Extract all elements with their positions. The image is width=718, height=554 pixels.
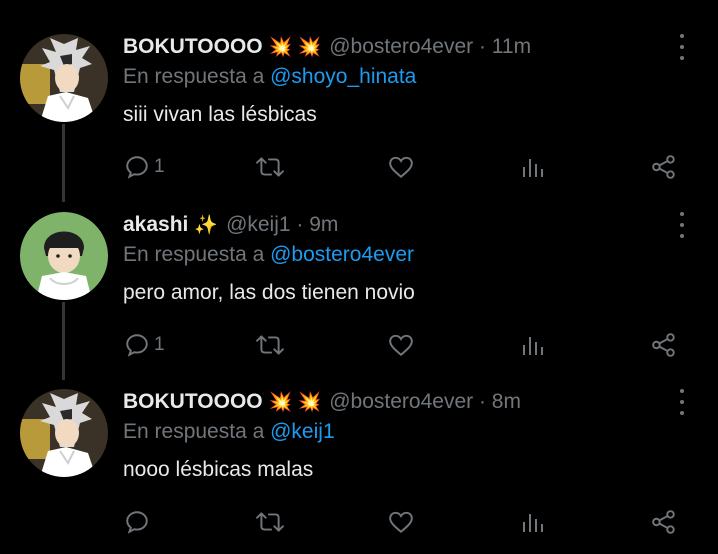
tweet[interactable]: BOKUTOOOO 💥 💥 @bostero4ever · 11m En res…	[0, 34, 718, 184]
like-button[interactable]	[388, 508, 414, 536]
share-icon	[652, 333, 675, 357]
like-button[interactable]	[388, 153, 414, 181]
more-icon[interactable]	[672, 212, 692, 238]
more-icon[interactable]	[672, 34, 692, 60]
tweet-header: BOKUTOOOO 💥 💥 @bostero4ever · 11m	[123, 34, 531, 60]
tweet-actions: 1	[0, 331, 718, 359]
analytics-button[interactable]	[520, 508, 544, 536]
replying-mention[interactable]: @shoyo_hinata	[270, 65, 416, 88]
replying-mention[interactable]: @bostero4ever	[270, 243, 414, 266]
retweet-button[interactable]	[256, 331, 284, 359]
tweet-actions: 1	[0, 153, 718, 181]
display-name[interactable]: BOKUTOOOO	[123, 35, 263, 59]
avatar[interactable]	[20, 34, 108, 122]
replying-to: En respuesta a @bostero4ever	[123, 243, 414, 267]
avatar[interactable]	[20, 389, 108, 477]
heart-icon	[389, 156, 413, 179]
replying-to: En respuesta a @keij1	[123, 420, 335, 444]
replying-prefix: En respuesta a	[123, 65, 265, 88]
tweet-header: akashi ✨ @keij1 · 9m	[123, 212, 338, 238]
retweet-icon	[256, 335, 284, 355]
tweet-actions	[0, 508, 718, 536]
display-name[interactable]: akashi	[123, 213, 188, 237]
reply-count: 1	[154, 156, 165, 177]
retweet-icon	[256, 157, 284, 177]
name-emoji: ✨	[194, 215, 219, 236]
reply-count: 1	[154, 334, 165, 355]
replying-to: En respuesta a @shoyo_hinata	[123, 65, 416, 89]
share-button[interactable]	[651, 508, 677, 536]
share-button[interactable]	[651, 153, 677, 181]
tweet-text: pero amor, las dos tienen novio	[123, 281, 415, 304]
handle-time[interactable]: @keij1 · 9m	[226, 213, 338, 237]
analytics-button[interactable]	[520, 153, 544, 181]
name-emoji: 💥 💥	[268, 392, 322, 413]
replying-mention[interactable]: @keij1	[270, 420, 335, 443]
reply-button[interactable]	[124, 508, 150, 536]
analytics-icon	[523, 159, 543, 177]
handle-time[interactable]: @bostero4ever · 8m	[329, 390, 521, 414]
retweet-button[interactable]	[256, 153, 284, 181]
tweet[interactable]: BOKUTOOOO 💥 💥 @bostero4ever · 8m En resp…	[0, 389, 718, 539]
analytics-icon	[523, 337, 543, 355]
tweet-header: BOKUTOOOO 💥 💥 @bostero4ever · 8m	[123, 389, 521, 415]
reply-icon	[126, 511, 148, 534]
retweet-button[interactable]	[256, 508, 284, 536]
reply-icon	[126, 156, 148, 179]
tweet-text: siii vivan las lésbicas	[123, 103, 317, 126]
name-emoji: 💥 💥	[268, 37, 322, 58]
replying-prefix: En respuesta a	[123, 420, 265, 443]
reply-button[interactable]: 1	[124, 331, 165, 359]
avatar[interactable]	[20, 212, 108, 300]
heart-icon	[389, 511, 413, 534]
share-icon	[652, 155, 675, 179]
analytics-button[interactable]	[520, 331, 544, 359]
retweet-icon	[256, 512, 284, 532]
share-button[interactable]	[651, 331, 677, 359]
like-button[interactable]	[388, 331, 414, 359]
reply-button[interactable]: 1	[124, 153, 165, 181]
heart-icon	[389, 334, 413, 357]
analytics-icon	[523, 514, 543, 532]
replying-prefix: En respuesta a	[123, 243, 265, 266]
more-icon[interactable]	[672, 389, 692, 415]
display-name[interactable]: BOKUTOOOO	[123, 390, 263, 414]
tweet-text: nooo lésbicas malas	[123, 458, 314, 481]
reply-icon	[126, 334, 148, 357]
handle-time[interactable]: @bostero4ever · 11m	[329, 35, 531, 59]
tweet[interactable]: akashi ✨ @keij1 · 9m En respuesta a @bos…	[0, 212, 718, 362]
share-icon	[652, 510, 675, 534]
